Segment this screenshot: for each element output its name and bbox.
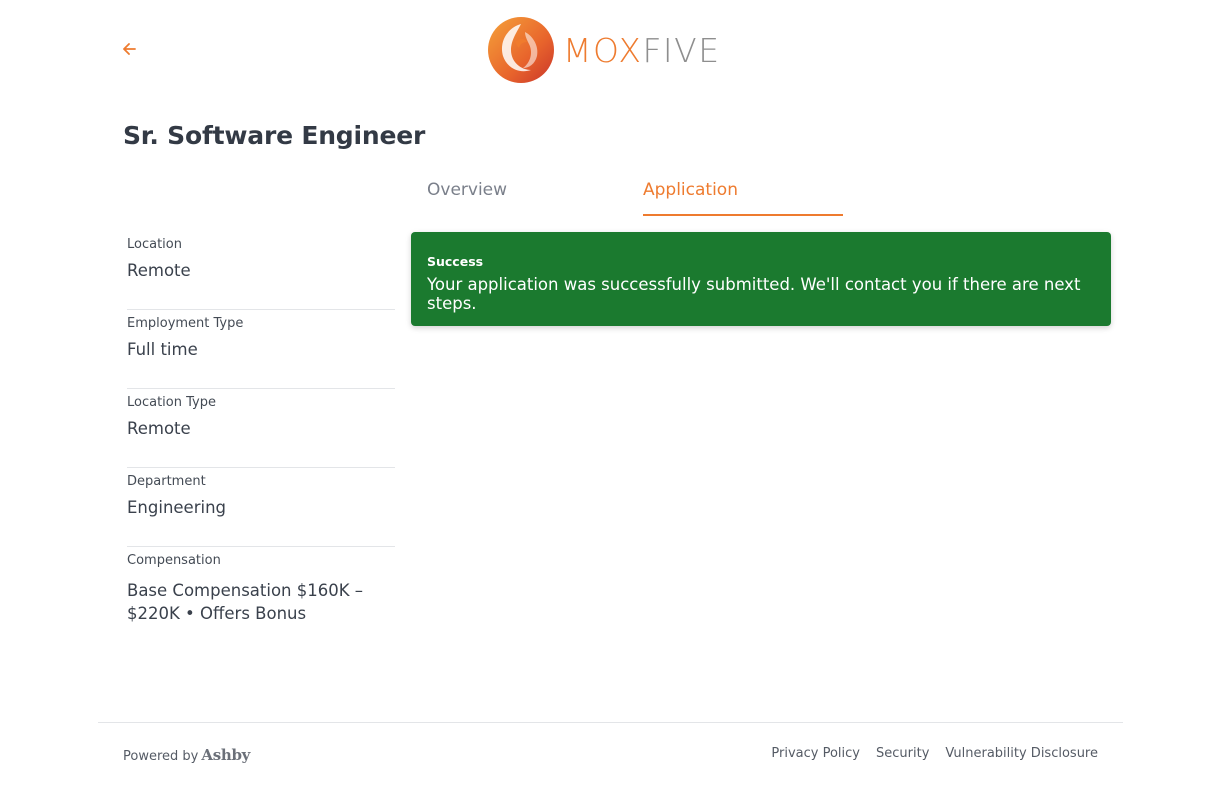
field-value: Remote [127,261,191,280]
job-details-sidebar: Location Remote Employment Type Full tim… [127,231,395,625]
tab-overview[interactable]: Overview [427,170,507,216]
field-value: Full time [127,340,198,359]
field-label: Location [127,237,182,252]
company-logo[interactable]: MOX FIVE [487,14,721,86]
tab-bar: Overview Application [411,170,1111,216]
success-alert: Success Your application was successfull… [411,232,1111,326]
field-label: Compensation [127,553,221,568]
logo-wordmark: MOX FIVE [563,31,721,70]
field-value: Remote [127,419,191,438]
field-label: Employment Type [127,316,244,331]
footer-divider [98,722,1123,723]
powered-by[interactable]: Powered by Ashby [123,746,250,764]
field-label: Location Type [127,395,216,410]
field-compensation: Compensation Base Compensation $160K – $… [127,547,395,625]
field-employment-type: Employment Type Full time [127,310,395,389]
job-title: Sr. Software Engineer [123,121,426,150]
field-department: Department Engineering [127,468,395,547]
logo-text-five: FIVE [642,30,721,70]
field-location-type: Location Type Remote [127,389,395,468]
field-value: Engineering [127,498,226,517]
back-button[interactable] [120,39,140,59]
field-location: Location Remote [127,231,395,310]
alert-message: Your application was successfully submit… [427,275,1081,313]
privacy-policy-link[interactable]: Privacy Policy [771,746,860,761]
vulnerability-disclosure-link[interactable]: Vulnerability Disclosure [945,746,1098,761]
tab-application[interactable]: Application [643,170,843,216]
ashby-logo: Ashby [201,746,251,764]
logo-text-mox: MOX [563,30,643,70]
arrow-left-icon [123,43,136,55]
alert-title: Success [427,254,484,269]
powered-by-text: Powered by [123,749,199,764]
phoenix-logo-icon [488,17,554,83]
security-link[interactable]: Security [876,746,929,761]
field-label: Department [127,474,206,489]
field-value: Base Compensation $160K – $220K • Offers… [127,581,364,623]
footer-links: Privacy Policy Security Vulnerability Di… [771,746,1098,761]
